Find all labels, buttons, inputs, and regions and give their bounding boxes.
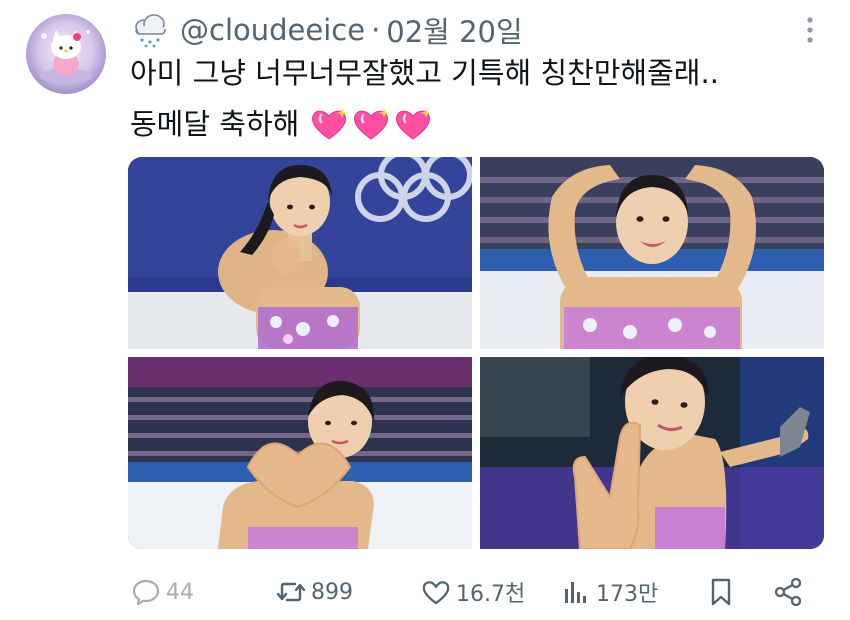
tweet-text-line-2: 동메달 축하해 [130,103,433,145]
hello-kitty-avatar-icon [40,30,92,84]
sparkling-heart-icon [312,108,348,140]
more-options-icon[interactable] [806,16,814,44]
like-button[interactable]: 16.7천 [420,570,525,614]
skater-photo-2[interactable] [480,157,824,349]
tweet-date[interactable]: 02월 20일 [386,9,522,51]
emoji-group [309,105,433,143]
retweet-icon [276,582,306,602]
tweet-text-line-1: 아미 그냥 너무너무잘했고 기특해 칭찬만해줄래.. [130,56,719,90]
skater-photo-1[interactable] [128,157,472,349]
snow-cloud-icon [135,14,166,48]
analytics-icon [565,582,586,603]
tweet-header: @cloudeeice · 02월 20일 [130,10,523,50]
view-count: 173만 [596,582,659,607]
tweet-text-congrats: 동메달 축하해 [130,107,300,141]
reply-button[interactable]: 44 [130,570,194,614]
share-icon [774,577,802,607]
views-button[interactable]: 173만 [560,570,658,614]
sparkling-heart-icon [354,108,390,140]
share-button[interactable] [772,570,808,614]
retweet-count: 899 [311,579,353,605]
bookmark-button[interactable] [705,570,741,614]
sparkling-heart-icon [396,108,432,140]
heart-icon [422,581,450,605]
like-count: 16.7천 [456,582,526,607]
action-bar: 44 899 16.7천 173만 [130,570,830,614]
retweet-button[interactable]: 899 [275,570,353,614]
avatar[interactable] [26,14,106,94]
separator-dot: · [371,13,381,47]
reply-count: 44 [166,579,194,605]
author-handle[interactable]: @cloudeeice [180,13,365,47]
reply-icon [132,579,160,606]
skater-photo-4[interactable] [480,357,824,549]
media-grid [128,157,824,549]
skater-photo-3[interactable] [128,357,472,549]
bookmark-icon [711,578,731,606]
